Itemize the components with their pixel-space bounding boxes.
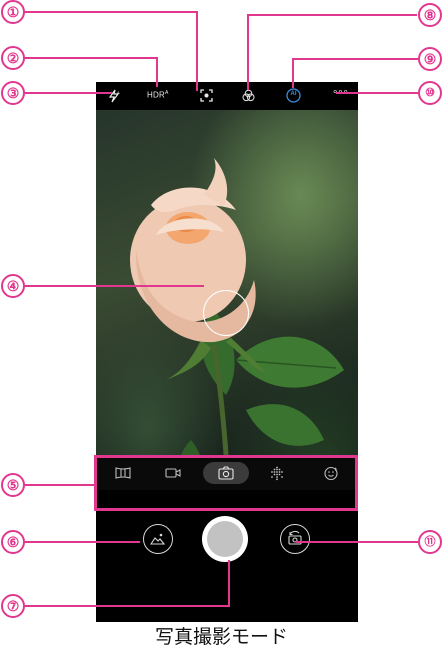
pointer-line-1-v bbox=[196, 11, 198, 91]
gallery-button[interactable] bbox=[143, 524, 173, 554]
shutter-inner bbox=[207, 521, 243, 557]
pointer-line-1 bbox=[24, 11, 196, 13]
focus-frame-icon[interactable] bbox=[200, 89, 213, 105]
pointer-line-11 bbox=[296, 541, 418, 543]
filter-icon[interactable] bbox=[242, 89, 255, 105]
pointer-line-2 bbox=[24, 57, 157, 59]
pointer-line-7 bbox=[24, 605, 229, 607]
hdr-toggle[interactable]: HDRA bbox=[147, 90, 168, 100]
callout-1: ① bbox=[1, 0, 25, 24]
pointer-line-8-v bbox=[247, 14, 249, 90]
pointer-line-9-v bbox=[292, 58, 294, 88]
pointer-line-2-v bbox=[156, 57, 158, 87]
pointer-line-4 bbox=[24, 285, 204, 287]
callout-6: ⑥ bbox=[1, 530, 25, 554]
callout-2: ② bbox=[1, 46, 25, 70]
callout-4: ④ bbox=[1, 274, 25, 298]
pointer-line-5 bbox=[24, 484, 94, 486]
gallery-icon bbox=[149, 531, 166, 552]
hdr-auto-label: A bbox=[164, 90, 169, 96]
pointer-line-10 bbox=[336, 92, 418, 94]
shutter-button[interactable] bbox=[202, 516, 248, 562]
callout-3: ③ bbox=[1, 81, 25, 105]
callout-11: ⑪ bbox=[418, 530, 442, 554]
ai-scene-icon[interactable]: AI bbox=[286, 88, 301, 106]
callout-8: ⑧ bbox=[418, 3, 442, 27]
svg-text:A: A bbox=[117, 90, 120, 95]
callout-9: ⑨ bbox=[418, 47, 442, 71]
callout-5: ⑤ bbox=[1, 473, 25, 497]
hdr-label: HDR bbox=[147, 90, 165, 100]
pointer-line-6 bbox=[24, 541, 140, 543]
mode-bar-highlight-box bbox=[94, 455, 358, 511]
ai-label: AI bbox=[290, 91, 297, 97]
callout-7: ⑦ bbox=[1, 594, 25, 618]
callout-10: ⑩ bbox=[418, 81, 442, 105]
pointer-line-3 bbox=[24, 92, 112, 94]
pointer-line-9 bbox=[292, 58, 418, 60]
pointer-line-8 bbox=[247, 14, 417, 16]
switch-camera-button[interactable] bbox=[280, 524, 310, 554]
pointer-line-7-v bbox=[228, 560, 230, 607]
focus-ring[interactable] bbox=[203, 290, 249, 336]
caption-photo-mode: 写真撮影モード bbox=[154, 627, 288, 648]
camera-top-bar: A HDRA AI ∘∘∘ bbox=[96, 82, 358, 110]
